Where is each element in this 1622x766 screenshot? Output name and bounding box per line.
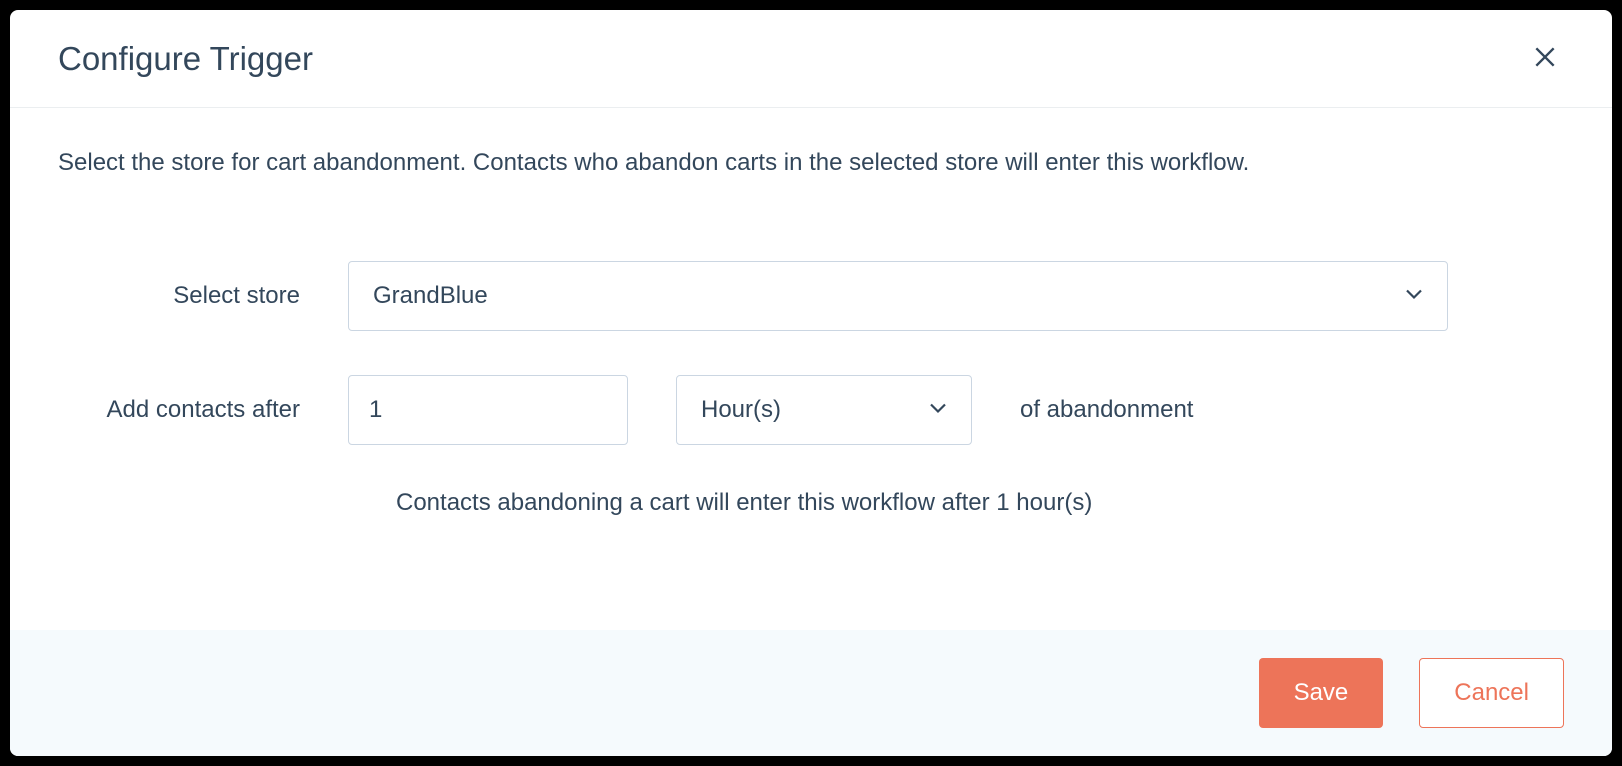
store-row: Select store GrandBlue [58, 261, 1564, 331]
delay-controls: Hour(s) of abandonment [348, 375, 1193, 445]
close-icon [1532, 58, 1558, 73]
store-select-value: GrandBlue [373, 282, 488, 310]
modal-body: Select the store for cart abandonment. C… [10, 108, 1612, 630]
delay-unit-select[interactable]: Hour(s) [676, 375, 972, 445]
delay-label: Add contacts after [58, 396, 348, 424]
modal-footer: Save Cancel [10, 630, 1612, 756]
delay-unit-wrap: Hour(s) [676, 375, 972, 445]
delay-value-input[interactable] [348, 375, 628, 445]
save-button[interactable]: Save [1259, 658, 1384, 728]
store-select[interactable]: GrandBlue [348, 261, 1448, 331]
store-label: Select store [58, 282, 348, 310]
description-text: Select the store for cart abandonment. C… [58, 146, 1564, 181]
close-button[interactable] [1526, 38, 1564, 79]
modal-header: Configure Trigger [10, 10, 1612, 108]
delay-suffix-text: of abandonment [1020, 396, 1193, 424]
cancel-button[interactable]: Cancel [1419, 658, 1564, 728]
store-select-wrap: GrandBlue [348, 261, 1448, 331]
modal-title: Configure Trigger [58, 40, 313, 78]
delay-unit-value: Hour(s) [701, 396, 781, 424]
configure-trigger-modal: Configure Trigger Select the store for c… [10, 10, 1612, 756]
helper-text: Contacts abandoning a cart will enter th… [58, 489, 1564, 517]
delay-row: Add contacts after Hour(s) of abandonmen… [58, 375, 1564, 445]
